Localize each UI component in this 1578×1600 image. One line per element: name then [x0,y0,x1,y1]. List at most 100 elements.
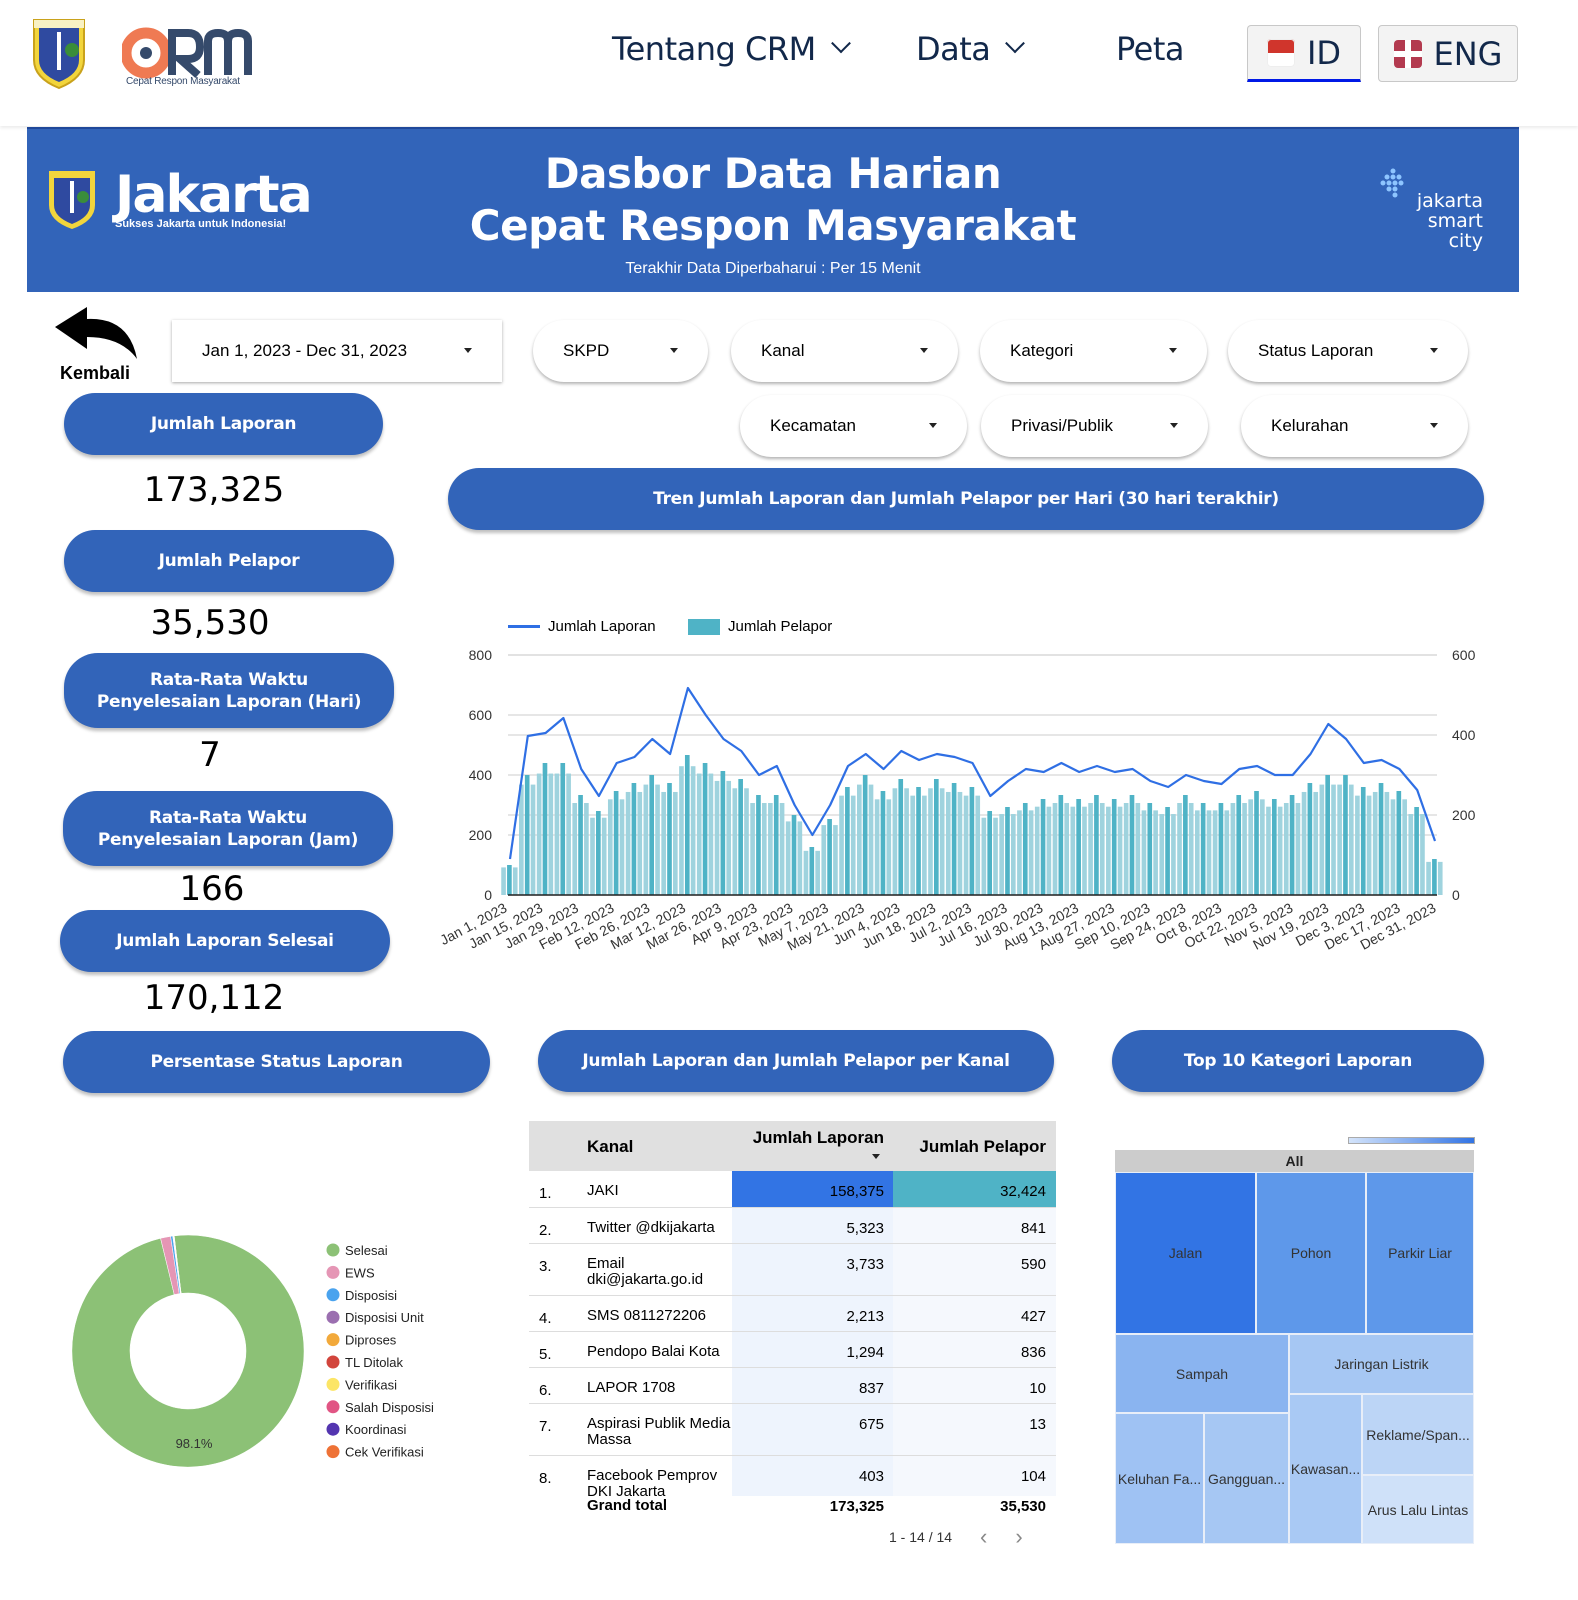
pelapor-bar [1396,791,1402,895]
pelapor-bar [1236,795,1242,895]
nav-tentang-crm[interactable]: Tentang CRM [612,30,851,68]
pelapor-bar [578,795,583,895]
nav-data-label: Data [916,30,991,68]
dropdown-caret-icon [1430,348,1438,353]
pelapor-bar [803,850,809,895]
pelapor-bar [1360,787,1366,895]
legend-dot-icon [326,1265,340,1279]
row-kanal: Aspirasi Publik Media Massa [587,1415,731,1448]
nav-data[interactable]: Data [916,30,1026,68]
table-row[interactable]: 3. Email dki@jakarta.go.id 3,733 590 [529,1244,1056,1296]
treemap-cell-jaringan-listrik[interactable]: Jaringan Listrik [1289,1334,1474,1394]
language-eng-button[interactable]: ENG [1378,25,1518,82]
pelapor-bar [590,817,595,895]
nav-peta[interactable]: Peta [1116,30,1185,68]
chevron-right-icon[interactable]: › [1015,1524,1022,1550]
pelapor-bar [1420,814,1425,895]
kpi-jumlah-pelapor-header: Jumlah Pelapor [64,530,394,592]
row-kanal: Twitter @dkijakarta [587,1219,715,1236]
pelapor-bar [845,787,850,895]
pelapor-bar [987,811,993,895]
pelapor-bar [928,788,933,895]
legend-dot-icon [326,1355,340,1369]
legend-dot-icon [326,1333,340,1347]
filter-kecamatan[interactable]: Kecamatan [740,395,967,457]
pelapor-bar [1088,803,1093,895]
legend-label: EWS [345,1265,375,1280]
sort-desc-icon [872,1154,880,1159]
treemap-cell-kawasan[interactable]: Kawasan... [1289,1394,1362,1544]
row-jumlah-pelapor: 590 [893,1244,1056,1295]
pelapor-bar [572,803,578,895]
table-row[interactable]: 7. Aspirasi Publik Media Massa 675 13 [529,1404,1056,1456]
row-jumlah-pelapor: 10 [893,1368,1056,1403]
filter-status-laporan[interactable]: Status Laporan [1228,320,1468,382]
right-axis-tick-label: 400 [1452,727,1476,743]
pelapor-bar [791,815,797,895]
legend-dot-icon [326,1310,340,1324]
table-row[interactable]: 5. Pendopo Balai Kota 1,294 836 [529,1332,1056,1368]
table-row[interactable]: 1. JAKI 158,375 32,424 [529,1171,1056,1208]
pelapor-bar [951,783,957,895]
filter-privasi-publik[interactable]: Privasi/Publik [981,395,1208,457]
column-header-jumlah-laporan[interactable]: Jumlah Laporan [749,1128,884,1159]
pelapor-bar [613,791,619,895]
date-range-filter[interactable]: Jan 1, 2023 - Dec 31, 2023 [172,320,502,382]
grand-total-pelapor: 35,530 [1000,1498,1046,1515]
chevron-left-icon[interactable]: ‹ [980,1524,987,1550]
filter-kanal-label: Kanal [761,341,805,360]
filter-kategori[interactable]: Kategori [980,320,1207,382]
treemap-cell-jalan[interactable]: Jalan [1115,1172,1256,1334]
treemap-cell-arus-lalu-lintas[interactable]: Arus Lalu Lintas [1362,1475,1474,1544]
treemap-cell-gangguan[interactable]: Gangguan... [1204,1413,1289,1544]
pelapor-bar [1426,861,1431,895]
pelapor-bar [1005,807,1010,895]
filter-kelurahan[interactable]: Kelurahan [1241,395,1468,457]
table-row[interactable]: 4. SMS 0811272206 2,213 427 [529,1296,1056,1332]
pelapor-bar [1331,784,1336,895]
filter-kanal[interactable]: Kanal [731,320,958,382]
treemap-cell-parkir-liar[interactable]: Parkir Liar [1366,1172,1474,1334]
pelapor-bar [1058,795,1064,895]
pelapor-bar [797,821,803,895]
column-header-kanal[interactable]: Kanal [587,1137,633,1157]
status-donut-chart[interactable]: 98.1% Selesai EWS Disposisi Disposisi Unit Di… [60,1220,460,1500]
pelapor-bar [1046,806,1052,895]
treemap-root-all[interactable]: All [1115,1150,1474,1172]
pelapor-bar [1390,799,1396,895]
pelapor-bar [975,795,981,895]
row-jumlah-pelapor: 836 [893,1332,1056,1367]
filter-kelurahan-label: Kelurahan [1271,416,1349,435]
pelapor-bar [512,867,518,895]
dropdown-caret-icon [464,348,472,353]
table-row[interactable]: 2. Twitter @dkijakarta 5,323 841 [529,1208,1056,1244]
pelapor-bar [566,773,571,895]
kpi-jumlah-pelapor-value: 35,530 [150,603,270,643]
filter-skpd[interactable]: SKPD [533,320,708,382]
table-row[interactable]: 6. LAPOR 1708 837 10 [529,1368,1056,1404]
pelapor-bar [1408,814,1414,895]
back-button[interactable]: Kembali [50,305,142,385]
treemap-cell-reklame-span[interactable]: Reklame/Span... [1362,1394,1474,1475]
pelapor-bar [1028,810,1034,895]
legend-dot-icon [326,1243,340,1257]
legend-label: TL Ditolak [345,1355,404,1370]
pelapor-bar [1242,803,1247,895]
treemap-cell-pohon[interactable]: Pohon [1256,1172,1366,1334]
legend-jumlah-laporan[interactable]: Jumlah Laporan [508,618,656,635]
pelapor-bar [679,766,684,895]
trend-chart[interactable]: 02004006008000200400600Jan 1, 2023Jan 15… [440,640,1520,970]
column-header-jumlah-pelapor[interactable]: Jumlah Pelapor [909,1137,1046,1157]
back-arrow-icon [55,307,137,359]
pelapor-bar [596,811,601,895]
pelapor-bar [1254,791,1259,895]
pelapor-bar [524,775,530,895]
pelapor-bar [643,784,649,895]
language-id-button[interactable]: ID [1247,25,1361,82]
treemap-cell-sampah[interactable]: Sampah [1115,1334,1289,1413]
pelapor-bar [1177,803,1182,895]
legend-jumlah-pelapor[interactable]: Jumlah Pelapor [688,618,832,635]
legend-dot-icon [326,1422,340,1436]
pelapor-bar [607,799,613,895]
treemap-cell-keluhan-fa[interactable]: Keluhan Fa... [1115,1413,1204,1544]
